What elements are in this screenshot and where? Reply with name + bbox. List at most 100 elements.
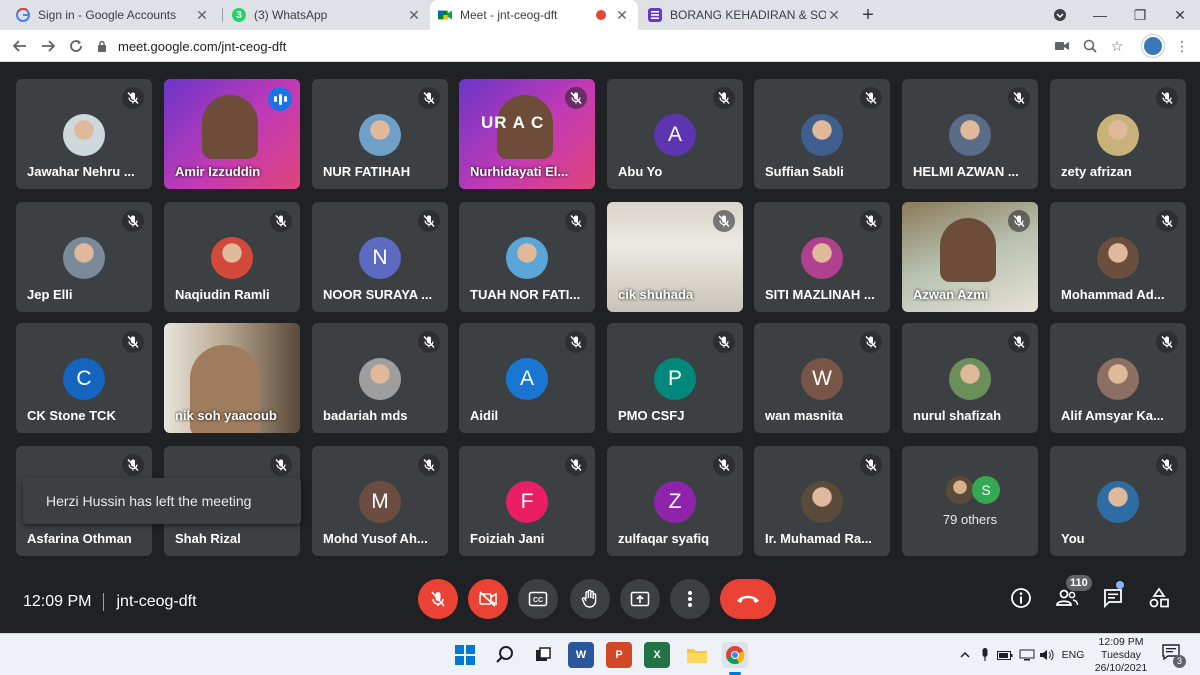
taskbar-word[interactable]: W: [568, 642, 594, 668]
mic-muted-icon: [270, 210, 292, 232]
new-tab-button[interactable]: +: [858, 4, 878, 26]
participant-tile[interactable]: SITI MAZLINAH ...: [754, 202, 890, 312]
close-window-button[interactable]: ✕: [1160, 0, 1200, 30]
participant-name: CK Stone TCK: [27, 408, 116, 423]
meet-controls: 12:09 PM jnt-ceog-dft CC 110: [0, 571, 1200, 633]
participant-tile[interactable]: N NOOR SURAYA ...: [312, 202, 448, 312]
search-icon: [496, 646, 513, 663]
participant-tile[interactable]: TUAH NOR FATI...: [459, 202, 595, 312]
participant-tile[interactable]: Suffian Sabli: [754, 79, 890, 189]
participant-avatar: [801, 114, 843, 156]
meeting-code[interactable]: jnt-ceog-dft: [116, 593, 196, 611]
participant-name: nurul shafizah: [913, 408, 1002, 423]
bookmark-star-icon[interactable]: ☆: [1107, 36, 1127, 56]
mic-muted-icon: [1008, 210, 1030, 232]
participant-tile[interactable]: nurul shafizah: [902, 323, 1038, 433]
minimize-button[interactable]: —: [1080, 0, 1120, 30]
tray-battery-icon[interactable]: [996, 646, 1014, 664]
mic-muted-icon: [418, 331, 440, 353]
participant-tile[interactable]: Ir. Muhamad Ra...: [754, 446, 890, 556]
participant-avatar: F: [506, 481, 548, 523]
tray-network-icon[interactable]: [1018, 646, 1036, 664]
more-vert-icon: [688, 591, 692, 607]
back-button[interactable]: [8, 34, 32, 58]
chat-button[interactable]: [1098, 583, 1128, 613]
participant-tile[interactable]: Alif Amsyar Ka...: [1050, 323, 1186, 433]
participant-tile[interactable]: Zzulfaqar syafiq: [607, 446, 743, 556]
activities-button[interactable]: [1144, 583, 1174, 613]
profile-avatar[interactable]: [1142, 35, 1164, 57]
taskbar-powerpoint[interactable]: P: [606, 642, 632, 668]
meeting-details: 12:09 PM jnt-ceog-dft: [23, 593, 197, 611]
powerpoint-icon: P: [615, 649, 623, 661]
tab-whatsapp[interactable]: 3 (3) WhatsApp ✕: [224, 0, 430, 30]
participant-tile[interactable]: Jep Elli: [16, 202, 152, 312]
taskbar-clock[interactable]: 12:09 PM Tuesday 26/10/2021: [1090, 636, 1152, 675]
participant-tile[interactable]: C CK Stone TCK: [16, 323, 152, 433]
word-icon: W: [575, 649, 587, 661]
taskbar-file-explorer[interactable]: [684, 642, 710, 668]
participant-tile[interactable]: M Mohd Yusof Ah...: [312, 446, 448, 556]
tab-meet[interactable]: Meet - jnt-ceog-dft ✕: [430, 0, 638, 30]
participant-name: Abu Yo: [618, 164, 663, 179]
participant-tile[interactable]: Azwan Azmi: [902, 202, 1038, 312]
captions-button[interactable]: CC: [518, 579, 558, 619]
camera-toggle-button[interactable]: [468, 579, 508, 619]
start-button[interactable]: [452, 642, 478, 668]
participant-tile[interactable]: NUR FATIHAH: [312, 79, 448, 189]
tab-search-icon[interactable]: [1040, 0, 1080, 30]
participant-tile[interactable]: S 79 others: [902, 446, 1038, 556]
mic-muted-icon: [1008, 87, 1030, 109]
address-bar[interactable]: meet.google.com/jnt-ceog-dft: [96, 36, 286, 56]
tab-forms[interactable]: BORANG KEHADIRAN & SOALAN ✕: [640, 0, 850, 30]
participant-name: Mohd Yusof Ah...: [323, 531, 428, 546]
chat-icon: [1104, 589, 1122, 609]
participant-tile[interactable]: A Aidil: [459, 323, 595, 433]
participant-tile[interactable]: HELMI AZWAN ...: [902, 79, 1038, 189]
participant-tile[interactable]: nik soh yaacoub: [164, 323, 300, 433]
mic-toggle-button[interactable]: [418, 579, 458, 619]
participant-tile[interactable]: A Abu Yo: [607, 79, 743, 189]
close-tab-icon[interactable]: ✕: [406, 7, 422, 23]
participant-tile[interactable]: Mohammad Ad...: [1050, 202, 1186, 312]
participant-tile[interactable]: zety afrizan: [1050, 79, 1186, 189]
browser-menu-icon[interactable]: ⋮: [1172, 36, 1192, 56]
more-options-button[interactable]: [670, 579, 710, 619]
close-tab-icon[interactable]: ✕: [826, 7, 842, 23]
taskbar-excel[interactable]: X: [644, 642, 670, 668]
participant-name: Ir. Muhamad Ra...: [765, 531, 872, 546]
show-hidden-icons[interactable]: [956, 646, 974, 664]
notification-center-button[interactable]: 3: [1162, 644, 1186, 668]
participant-tile[interactable]: Amir Izzuddin: [164, 79, 300, 189]
leave-call-button[interactable]: [720, 579, 776, 619]
participant-tile[interactable]: You: [1050, 446, 1186, 556]
lock-icon: [98, 40, 106, 52]
participant-tile[interactable]: cik shuhada: [607, 202, 743, 312]
tray-language[interactable]: ENG: [1060, 646, 1086, 664]
meeting-info-button[interactable]: [1006, 583, 1036, 613]
zoom-icon[interactable]: [1080, 36, 1100, 56]
restore-button[interactable]: ❐: [1120, 0, 1160, 30]
tab-google-accounts[interactable]: Sign in - Google Accounts ✕: [8, 0, 218, 30]
close-tab-icon[interactable]: ✕: [614, 7, 630, 23]
present-screen-button[interactable]: [620, 579, 660, 619]
taskbar-task-view[interactable]: [530, 642, 556, 668]
tray-mic-icon[interactable]: [976, 646, 994, 664]
close-tab-icon[interactable]: ✕: [194, 7, 210, 23]
participant-tile[interactable]: badariah mds: [312, 323, 448, 433]
reload-button[interactable]: [64, 34, 88, 58]
participant-name: Mohammad Ad...: [1061, 287, 1165, 302]
participant-tile[interactable]: Wwan masnita: [754, 323, 890, 433]
participant-avatar: [1097, 114, 1139, 156]
participant-tile[interactable]: F Foiziah Jani: [459, 446, 595, 556]
participant-tile[interactable]: P PMO CSFJ: [607, 323, 743, 433]
camera-in-use-icon[interactable]: [1052, 36, 1072, 56]
participant-tile[interactable]: Jawahar Nehru ...: [16, 79, 152, 189]
raise-hand-button[interactable]: [570, 579, 610, 619]
taskbar-search-button[interactable]: [492, 642, 518, 668]
forward-button[interactable]: [36, 34, 60, 58]
taskbar-chrome[interactable]: [722, 642, 748, 668]
participant-tile[interactable]: UR A C Nurhidayati El...: [459, 79, 595, 189]
participant-tile[interactable]: Naqiudin Ramli: [164, 202, 300, 312]
tray-volume-icon[interactable]: [1038, 646, 1056, 664]
